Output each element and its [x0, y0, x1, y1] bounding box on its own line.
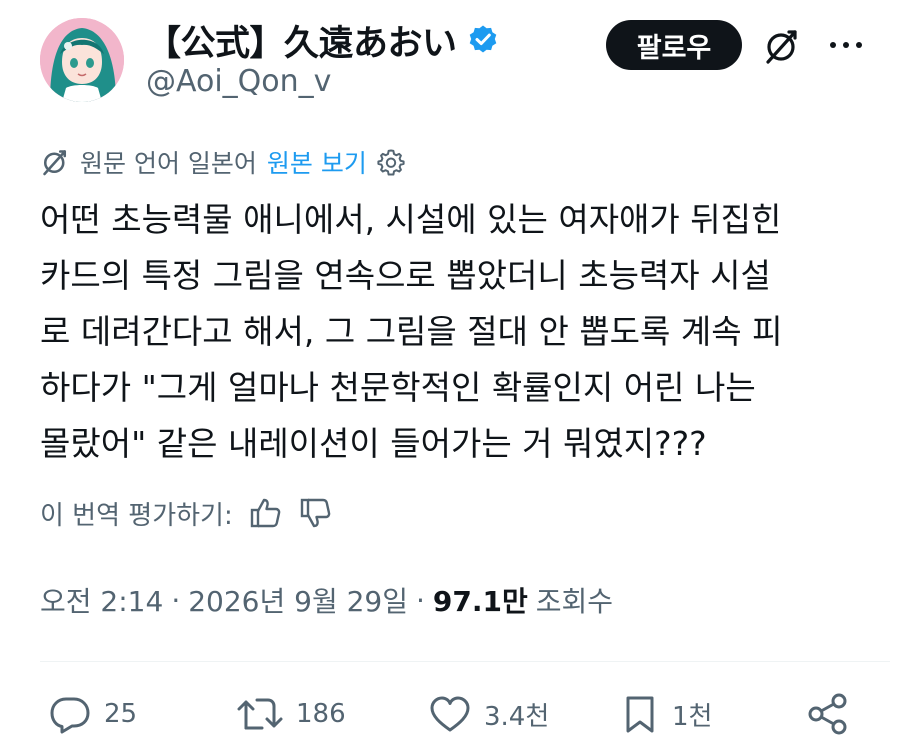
reply-button[interactable]: 25 [48, 692, 137, 736]
thumbs-down-icon[interactable] [299, 496, 333, 530]
like-count: 3.4천 [484, 701, 550, 732]
bookmark-button[interactable]: 1천 [620, 692, 712, 736]
tweet-text-line: 카드의 특정 그림을 연속으로 뽑았더니 초능력자 시설 [40, 256, 771, 295]
gear-icon[interactable] [377, 148, 405, 176]
views-label: 조회수 [535, 585, 614, 618]
repost-count: 186 [296, 699, 346, 729]
verified-badge-icon [469, 25, 496, 53]
like-button[interactable]: 3.4천 [428, 692, 549, 736]
rate-translation-row: 이 번역 평가하기: [40, 493, 333, 533]
author-name-row: 【公式】久遠あおい [146, 18, 499, 64]
reply-count: 25 [104, 699, 138, 729]
reply-icon [50, 697, 90, 734]
avatar[interactable] [40, 18, 124, 102]
share-icon [808, 693, 847, 735]
bookmark-count: 1천 [672, 701, 713, 732]
follow-button[interactable]: 팔로우 [606, 20, 742, 70]
meta-separator: · [416, 583, 425, 617]
translate-icon [43, 150, 67, 176]
tweet-text: 어떤 초능력물 애니에서, 시설에 있는 여자애가 뒤집힌 카드의 특정 그림을… [40, 192, 880, 472]
tweet-meta: 오전 2:14 · 2026년 9월 29일 · 97.1만 조회수 [40, 580, 613, 620]
thumbs-up-icon[interactable] [249, 496, 283, 530]
author-display-name[interactable]: 【公式】久遠あおい [146, 15, 457, 66]
views-count[interactable]: 97.1만 [433, 580, 528, 620]
rate-translation-label: 이 번역 평가하기: [40, 500, 233, 531]
tweet-text-line: 몰랐어" 같은 내레이션이 들어가는 거 뭐였지??? [40, 424, 707, 463]
more-icon[interactable] [828, 30, 864, 60]
translation-info: 원문 언어 일본어 원본 보기 [40, 144, 405, 180]
author-handle[interactable]: @Aoi_Qon_v [146, 64, 331, 99]
share-button[interactable] [806, 692, 850, 736]
tweet-time[interactable]: 오전 2:14 [40, 580, 163, 620]
tweet-text-line: 로 데려간다고 해서, 그 그림을 절대 안 뽑도록 계속 피 [40, 312, 783, 351]
show-original-link[interactable]: 원본 보기 [267, 144, 367, 180]
meta-separator: · [171, 583, 181, 617]
bookmark-icon [626, 696, 654, 733]
repost-button[interactable]: 186 [236, 692, 346, 736]
tweet-date[interactable]: 2026년 9월 29일 [188, 580, 408, 620]
translate-icon[interactable] [762, 26, 802, 66]
divider [40, 661, 890, 662]
heart-icon [430, 696, 470, 732]
translation-source-label: 원문 언어 일본어 [80, 149, 257, 178]
tweet-text-line: 하다가 "그게 얼마나 천문학적인 확률인지 어린 나는 [40, 368, 756, 407]
repost-icon [237, 698, 283, 730]
tweet-text-line: 어떤 초능력물 애니에서, 시설에 있는 여자애가 뒤집힌 [40, 200, 782, 239]
